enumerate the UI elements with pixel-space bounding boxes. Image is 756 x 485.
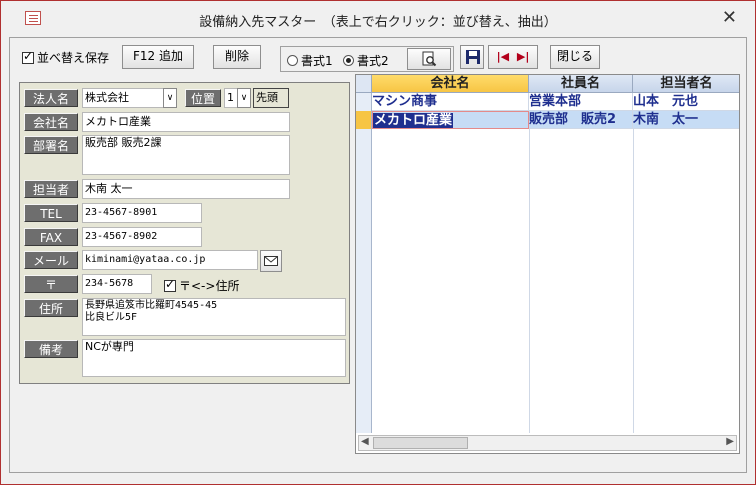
sort-save-checkbox[interactable]: 並べ替え保存	[22, 49, 109, 66]
format1-radio[interactable]: 書式1	[287, 52, 333, 69]
contact-label: 担当者	[24, 180, 78, 198]
tel-label: TEL	[24, 204, 78, 222]
selected-cell-text: メカトロ産業	[373, 113, 454, 128]
radio-empty-icon	[287, 55, 298, 66]
email-label: メール	[24, 251, 78, 269]
chevron-down-icon: ∨	[166, 93, 174, 103]
select-all-corner[interactable]	[356, 75, 372, 93]
mail-icon	[264, 256, 278, 266]
column-header-employee[interactable]: 社員名	[529, 75, 633, 93]
delete-button[interactable]: 削除	[213, 45, 261, 69]
title-bar: 設備納入先マスター （表上で右クリック：並び替え、抽出） ✕	[1, 1, 755, 37]
email-field[interactable]: kiminami@yataa.co.jp	[82, 250, 258, 270]
position-label: 位置	[185, 89, 221, 107]
corp-type-field[interactable]: 株式会社	[82, 88, 164, 108]
corp-type-dropdown[interactable]: ∨	[163, 88, 177, 108]
position-dropdown[interactable]: ∨	[237, 88, 251, 108]
note-field[interactable]: NCが専門	[82, 339, 346, 377]
radio-selected-icon	[343, 55, 354, 66]
corp-type-label: 法人名	[24, 89, 78, 107]
format2-radio[interactable]: 書式2	[343, 52, 389, 69]
sort-save-label: 並べ替え保存	[37, 51, 110, 65]
table-cell[interactable]: マシン商事	[372, 93, 529, 111]
company-field[interactable]: メカトロ産業	[82, 112, 290, 132]
close-button[interactable]: 閉じる	[550, 45, 600, 69]
scroll-right-icon[interactable]: ▶	[726, 436, 734, 447]
detail-form-panel: 法人名 株式会社 ∨ 位置 1 ∨ 先頭 会社名 メカトロ産業 部署名 販売部 …	[19, 82, 350, 384]
floppy-disk-icon	[466, 50, 480, 64]
postal-swap-label: 〒<->住所	[179, 279, 240, 293]
fax-field[interactable]: 23-4567-8902	[82, 227, 202, 247]
chevron-down-icon: ∨	[240, 93, 248, 103]
window-title: 設備納入先マスター （表上で右クリック：並び替え、抽出）	[199, 15, 557, 30]
first-record-icon[interactable]: |◀	[497, 50, 509, 63]
contact-field[interactable]: 木南 太一	[82, 179, 290, 199]
column-header-company[interactable]: 会社名	[372, 75, 529, 93]
company-label: 会社名	[24, 113, 78, 131]
postal-field[interactable]: 234-5678	[82, 274, 152, 294]
note-label: 備考	[24, 340, 78, 358]
records-datasheet[interactable]: 会社名 社員名 担当者名 マシン商事 営業本部 山本 元也 メカトロ産業 販売部…	[355, 74, 740, 454]
app-window: 設備納入先マスター （表上で右クリック：並び替え、抽出） ✕ 並べ替え保存 F1…	[0, 0, 756, 485]
position-head-label: 先頭	[253, 88, 289, 108]
checkbox-check-icon	[164, 277, 176, 292]
postal-label: 〒	[24, 275, 78, 293]
position-field[interactable]: 1	[224, 88, 238, 108]
print-preview-button[interactable]	[407, 48, 451, 70]
form-body: 並べ替え保存 F12 追加 削除 書式1 書式2	[9, 37, 747, 473]
fax-label: FAX	[24, 228, 78, 246]
column-header-contact[interactable]: 担当者名	[633, 75, 739, 93]
current-record-marker[interactable]	[356, 111, 372, 129]
table-cell[interactable]: 販売部 販売2	[529, 111, 633, 129]
address-field[interactable]: 長野県追笈市比羅町4545-45 比良ビル5F	[82, 298, 346, 336]
tel-field[interactable]: 23-4567-8901	[82, 203, 202, 223]
checkbox-check-icon	[22, 49, 34, 64]
address-label: 住所	[24, 299, 78, 317]
table-cell[interactable]: 木南 太一	[633, 111, 739, 129]
table-cell[interactable]: 営業本部	[529, 93, 633, 111]
format1-label: 書式1	[301, 54, 333, 68]
format-option-group: 書式1 書式2	[280, 46, 454, 72]
save-button[interactable]	[460, 45, 484, 69]
last-record-icon[interactable]: ▶|	[517, 50, 529, 63]
record-nav-buttons: |◀ ▶|	[488, 45, 538, 69]
department-field[interactable]: 販売部 販売2課	[82, 135, 290, 175]
postal-address-swap-checkbox[interactable]: 〒<->住所	[164, 277, 239, 294]
department-label: 部署名	[24, 136, 78, 154]
table-cell-current[interactable]: メカトロ産業	[372, 111, 529, 129]
scroll-left-icon[interactable]: ◀	[361, 436, 369, 447]
send-mail-button[interactable]	[260, 250, 282, 272]
close-icon[interactable]: ✕	[722, 7, 737, 28]
f12-add-button[interactable]: F12 追加	[122, 45, 194, 69]
table-cell[interactable]: 山本 元也	[633, 93, 739, 111]
print-preview-icon	[422, 51, 437, 67]
horizontal-scrollbar[interactable]: ◀ ▶	[358, 435, 737, 451]
format2-label: 書式2	[357, 54, 389, 68]
scrollbar-thumb[interactable]	[373, 437, 468, 449]
